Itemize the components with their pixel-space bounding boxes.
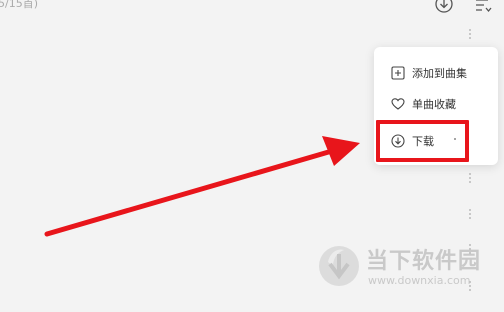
watermark-url: www.downxia.com <box>368 274 471 287</box>
watermark-title: 当下软件园 <box>366 249 482 274</box>
logo-icon <box>319 246 359 286</box>
watermark: 当下软件园 www.downxia.com <box>316 240 500 300</box>
